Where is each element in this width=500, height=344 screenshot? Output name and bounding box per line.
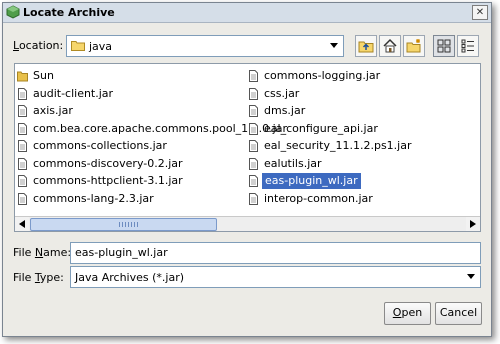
triangle-right-icon bbox=[470, 220, 476, 228]
file-name: Sun bbox=[33, 69, 54, 82]
up-folder-button[interactable] bbox=[355, 35, 377, 57]
file-name: axis.jar bbox=[33, 104, 73, 117]
close-button[interactable]: ✕ bbox=[472, 5, 488, 20]
file-icon bbox=[18, 122, 27, 135]
up-folder-icon bbox=[358, 41, 374, 53]
file-name-value: eas-plugin_wl.jar bbox=[75, 246, 168, 259]
cancel-button[interactable]: Cancel bbox=[435, 302, 482, 325]
file-name: commons-discovery-0.2.jar bbox=[33, 156, 183, 170]
file-name: commons-httpclient-3.1.jar bbox=[33, 174, 183, 187]
file-icon bbox=[249, 157, 258, 170]
file-icon bbox=[18, 175, 27, 187]
file-icon bbox=[18, 192, 27, 205]
file-name-input[interactable]: eas-plugin_wl.jar bbox=[70, 242, 481, 264]
folder-icon bbox=[17, 71, 28, 82]
app-icon bbox=[6, 5, 20, 19]
file-icon bbox=[18, 105, 27, 117]
file-name: audit-client.jar bbox=[33, 86, 114, 100]
file-name: eal_configure_api.jar bbox=[264, 121, 378, 135]
dialog-title: Locate Archive bbox=[23, 6, 115, 19]
file-name: ealutils.jar bbox=[264, 156, 322, 170]
file-type-combo[interactable]: Java Archives (*.jar) bbox=[70, 266, 481, 288]
file-name: eal_security_11.1.2.ps1.jar bbox=[264, 139, 412, 152]
file-icon bbox=[249, 70, 258, 82]
file-name-label: File Name: bbox=[13, 246, 72, 259]
file-name: commons-collections.jar bbox=[33, 139, 167, 152]
file-icon bbox=[249, 105, 258, 117]
file-name: commons-lang-2.3.jar bbox=[33, 191, 154, 205]
file-icon bbox=[249, 87, 258, 100]
file-icon bbox=[249, 122, 258, 135]
file-list[interactable]: Sun audit-client.jar axis.jar com.bea.core.… bbox=[14, 63, 481, 232]
locate-archive-dialog: Locate Archive ✕ Location: java Sun audi… bbox=[2, 2, 492, 337]
title-bar: Locate Archive ✕ bbox=[3, 3, 491, 23]
scroll-grip bbox=[119, 222, 139, 227]
location-label: Location: bbox=[13, 39, 64, 52]
details-view-icon bbox=[461, 39, 474, 53]
close-icon: ✕ bbox=[475, 7, 485, 18]
home-button[interactable] bbox=[379, 35, 401, 57]
file-name: dms.jar bbox=[264, 104, 306, 117]
chevron-down-icon bbox=[467, 274, 475, 279]
new-folder-icon bbox=[406, 39, 421, 53]
home-icon bbox=[383, 38, 397, 53]
file-type-label: File Type: bbox=[13, 271, 64, 284]
open-button[interactable]: Open bbox=[384, 302, 431, 325]
list-view-icon bbox=[437, 39, 451, 53]
file-icon bbox=[18, 140, 27, 152]
scroll-thumb[interactable] bbox=[30, 218, 217, 231]
scroll-right-button[interactable] bbox=[466, 217, 480, 231]
chevron-down-icon bbox=[330, 43, 338, 48]
folder-icon bbox=[71, 41, 85, 51]
list-view-button[interactable] bbox=[433, 35, 455, 57]
file-icon bbox=[249, 140, 258, 152]
new-folder-button[interactable] bbox=[403, 35, 425, 57]
horizontal-scrollbar[interactable] bbox=[15, 216, 480, 231]
file-icon bbox=[18, 87, 27, 100]
file-name: commons-logging.jar bbox=[264, 69, 381, 82]
triangle-left-icon bbox=[19, 220, 25, 228]
location-combo[interactable]: java bbox=[66, 35, 344, 57]
details-view-button[interactable] bbox=[457, 35, 479, 57]
file-name: interop-common.jar bbox=[264, 191, 373, 205]
file-icon bbox=[18, 157, 27, 170]
file-type-value: Java Archives (*.jar) bbox=[75, 271, 185, 284]
scroll-left-button[interactable] bbox=[15, 217, 29, 231]
file-icon bbox=[249, 175, 258, 187]
file-name: css.jar bbox=[264, 86, 300, 100]
file-icon bbox=[249, 192, 258, 205]
file-name: eas-plugin_wl.jar bbox=[262, 173, 361, 189]
location-value: java bbox=[89, 40, 113, 53]
